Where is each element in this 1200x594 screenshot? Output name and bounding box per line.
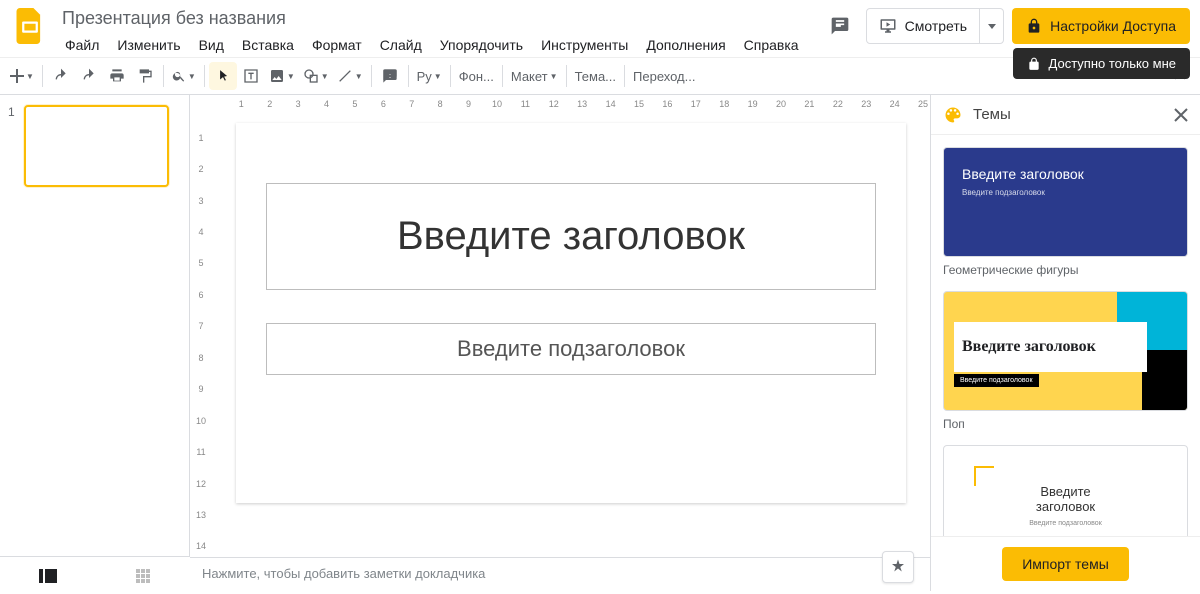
- menu-tools[interactable]: Инструменты: [534, 33, 635, 57]
- share-tooltip: Доступно только мне: [1013, 48, 1190, 79]
- menu-slide[interactable]: Слайд: [373, 33, 429, 57]
- grid-view-button[interactable]: [123, 561, 163, 591]
- menu-format[interactable]: Формат: [305, 33, 369, 57]
- slide-thumbnail-1[interactable]: [24, 105, 169, 187]
- close-themes-button[interactable]: [1174, 108, 1188, 122]
- theme-name: Геометрические фигуры: [943, 263, 1188, 277]
- image-tool[interactable]: ▼: [265, 62, 299, 90]
- title-text: Введите заголовок: [277, 214, 865, 259]
- select-tool[interactable]: [209, 62, 237, 90]
- menu-bar: Файл Изменить Вид Вставка Формат Слайд У…: [58, 33, 822, 57]
- theme-card-simple[interactable]: Введите заголовок Введите подзаголовок: [943, 445, 1188, 536]
- present-icon: [879, 17, 897, 35]
- line-tool[interactable]: ▼: [333, 62, 367, 90]
- theme-preview-sub: Введите подзаголовок: [954, 374, 1039, 387]
- textbox-tool[interactable]: [237, 62, 265, 90]
- slide-number: 1: [8, 105, 18, 187]
- speaker-notes[interactable]: Нажмите, чтобы добавить заметки докладчи…: [190, 557, 930, 591]
- theme-card-geometric[interactable]: Введите заголовок Введите подзаголовок: [943, 147, 1188, 257]
- transition-button[interactable]: Переход...: [629, 62, 699, 90]
- ruler-vertical: 1234567891011121314: [190, 113, 212, 557]
- filmstrip-view-button[interactable]: [28, 561, 68, 591]
- lock-icon: [1027, 57, 1041, 71]
- themes-panel: Темы Введите заголовок Введите подзаголо…: [930, 95, 1200, 591]
- import-theme-button[interactable]: Импорт темы: [1002, 547, 1129, 581]
- comments-icon[interactable]: [822, 8, 858, 44]
- themes-title: Темы: [973, 106, 1164, 123]
- notes-placeholder: Нажмите, чтобы добавить заметки докладчи…: [202, 566, 485, 581]
- menu-file[interactable]: Файл: [58, 33, 106, 57]
- menu-arrange[interactable]: Упорядочить: [433, 33, 530, 57]
- spellcheck-button[interactable]: Ру▼: [413, 62, 446, 90]
- menu-addons[interactable]: Дополнения: [639, 33, 732, 57]
- undo-button[interactable]: [47, 62, 75, 90]
- doc-title-input[interactable]: Презентация без названия: [58, 6, 822, 31]
- theme-preview-title: Введите заголовок: [1036, 484, 1095, 514]
- theme-name: Поп: [943, 417, 1188, 431]
- redo-button[interactable]: [75, 62, 103, 90]
- ruler-horizontal: 1234567891011121314151617181920212223242…: [190, 95, 930, 113]
- subtitle-text: Введите подзаголовок: [277, 336, 865, 362]
- theme-preview-sub: Введите подзаголовок: [962, 188, 1169, 197]
- menu-edit[interactable]: Изменить: [110, 33, 187, 57]
- explore-button[interactable]: [882, 551, 914, 583]
- subtitle-placeholder[interactable]: Введите подзаголовок: [266, 323, 876, 375]
- zoom-button[interactable]: ▼: [168, 62, 200, 90]
- menu-help[interactable]: Справка: [737, 33, 806, 57]
- shape-tool[interactable]: ▼: [299, 62, 333, 90]
- paint-format-button[interactable]: [131, 62, 159, 90]
- present-dropdown[interactable]: [979, 9, 1003, 43]
- chevron-down-icon: [988, 24, 996, 29]
- present-button[interactable]: Смотреть: [867, 9, 979, 43]
- layout-button[interactable]: Макет▼: [507, 62, 562, 90]
- slide-canvas[interactable]: Введите заголовок Введите подзаголовок: [236, 123, 906, 503]
- share-label: Настройки Доступа: [1050, 18, 1176, 34]
- lock-icon: [1026, 18, 1042, 34]
- title-placeholder[interactable]: Введите заголовок: [266, 183, 876, 290]
- share-button[interactable]: Настройки Доступа: [1012, 8, 1190, 44]
- filmstrip: 1: [0, 95, 190, 591]
- present-label: Смотреть: [905, 18, 967, 34]
- view-switcher: [0, 556, 190, 594]
- new-slide-button[interactable]: ▼: [6, 62, 38, 90]
- theme-card-pop[interactable]: Введите заголовок Введите подзаголовок: [943, 291, 1188, 411]
- theme-preview-title: Введите заголовок: [962, 166, 1169, 182]
- print-button[interactable]: [103, 62, 131, 90]
- menu-insert[interactable]: Вставка: [235, 33, 301, 57]
- menu-view[interactable]: Вид: [192, 33, 231, 57]
- palette-icon: [943, 105, 963, 125]
- comment-button[interactable]: [376, 62, 404, 90]
- slides-logo[interactable]: [10, 6, 50, 46]
- theme-button[interactable]: Тема...: [571, 62, 620, 90]
- background-button[interactable]: Фон...: [455, 62, 498, 90]
- theme-preview-title: Введите заголовок: [962, 338, 1096, 356]
- theme-preview-sub: Введите подзаголовок: [1029, 520, 1102, 527]
